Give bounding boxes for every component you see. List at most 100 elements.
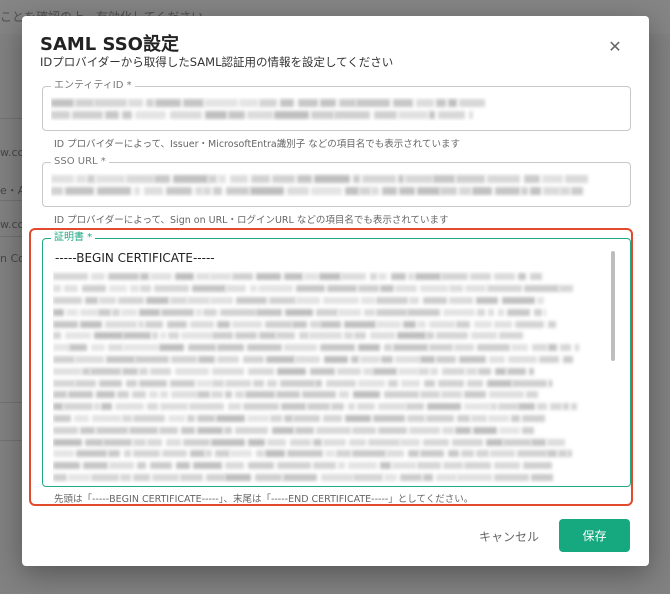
redaction-chunk	[570, 187, 584, 195]
redaction-chunk	[69, 344, 88, 352]
redaction-chunk	[338, 99, 356, 107]
redaction-chunk	[384, 344, 393, 352]
redaction-chunk	[122, 414, 132, 423]
redaction-chunk	[323, 414, 343, 423]
redaction-chunk	[180, 426, 195, 434]
redaction-chunk	[531, 438, 546, 446]
redaction-chunk	[230, 450, 253, 458]
certificate-body-redacted	[53, 271, 601, 483]
redaction-chunk	[407, 414, 426, 423]
certificate-textarea[interactable]: 証明書 * -----BEGIN CERTIFICATE-----	[42, 231, 631, 487]
redaction-chunk	[549, 403, 562, 411]
redaction-chunk	[362, 175, 396, 183]
redaction-chunk	[94, 99, 127, 107]
redaction-chunk	[405, 403, 425, 411]
redaction-chunk	[489, 355, 505, 364]
redaction-chunk	[108, 273, 140, 281]
redaction-chunk	[134, 187, 141, 195]
redaction-chunk	[132, 438, 147, 446]
redaction-chunk	[235, 391, 244, 399]
redaction-chunk	[79, 320, 103, 328]
redaction-chunk	[454, 344, 474, 352]
redaction-chunk	[81, 367, 90, 375]
redaction-chunk	[206, 473, 226, 482]
redaction-chunk	[542, 187, 560, 195]
redaction-chunk	[311, 187, 343, 195]
redaction-chunk	[139, 308, 161, 316]
redaction-chunk	[212, 367, 245, 375]
redaction-chunk	[531, 344, 548, 352]
certificate-helper: 先頭は「-----BEGIN CERTIFICATE-----」、末尾は「---…	[54, 494, 474, 505]
redaction-chunk	[53, 273, 88, 281]
redaction-chunk	[95, 391, 116, 399]
redaction-chunk	[128, 99, 143, 107]
redaction-chunk	[380, 462, 391, 470]
certificate-first-line: -----BEGIN CERTIFICATE-----	[55, 251, 215, 265]
redaction-chunk	[322, 296, 359, 305]
redaction-chunk	[422, 438, 450, 446]
cancel-button[interactable]: キャンセル	[470, 520, 548, 552]
redaction-chunk	[280, 99, 295, 107]
redaction-chunk	[315, 426, 352, 434]
redaction-chunk	[420, 391, 440, 399]
redaction-chunk	[567, 450, 572, 458]
redaction-chunk	[420, 450, 445, 458]
redaction-chunk	[258, 99, 278, 107]
redaction-chunk	[168, 414, 186, 423]
redaction-chunk	[471, 187, 493, 195]
redaction-chunk	[377, 426, 407, 434]
redaction-chunk	[270, 414, 282, 423]
redaction-chunk	[117, 391, 129, 399]
redaction-chunk	[159, 426, 179, 434]
redaction-chunk	[217, 175, 227, 183]
redaction-chunk	[76, 175, 87, 183]
redaction-chunk	[216, 414, 245, 423]
redaction-chunk	[393, 99, 414, 107]
redaction-chunk	[166, 320, 187, 328]
redaction-chunk	[139, 379, 168, 387]
redaction-chunk	[515, 320, 545, 328]
entity-id-field[interactable]: エンティティID *	[42, 79, 631, 131]
redaction-chunk	[226, 285, 247, 293]
redaction-chunk	[296, 296, 321, 305]
redaction-chunk	[139, 367, 149, 375]
redaction-chunk	[363, 367, 373, 375]
redaction-chunk	[508, 355, 538, 364]
redaction-chunk	[272, 175, 296, 183]
redaction-chunk	[98, 296, 117, 305]
redaction-chunk	[358, 187, 371, 195]
redaction-chunk	[351, 426, 377, 434]
redaction-chunk	[276, 367, 307, 375]
redaction-chunk	[415, 273, 442, 281]
redaction-chunk	[267, 438, 286, 446]
redaction-chunk	[430, 367, 438, 375]
redaction-chunk	[53, 426, 78, 434]
save-button[interactable]: 保存	[559, 519, 630, 552]
redaction-chunk	[494, 473, 529, 482]
sso-url-helper: ID プロバイダーによって、Sign on URL・ログインURL などの項目名…	[54, 215, 449, 226]
redaction-chunk	[150, 273, 172, 281]
redaction-chunk	[143, 187, 164, 195]
redaction-chunk	[536, 296, 544, 305]
close-icon[interactable]: ✕	[605, 38, 625, 58]
redaction-chunk	[351, 450, 386, 458]
redaction-chunk	[146, 296, 169, 305]
redaction-chunk	[337, 367, 361, 375]
redaction-chunk	[417, 187, 440, 195]
redaction-chunk	[204, 99, 239, 107]
redaction-chunk	[294, 426, 314, 434]
redaction-chunk	[478, 367, 492, 375]
redaction-chunk	[256, 308, 283, 316]
sso-url-field[interactable]: SSO URL *	[42, 155, 631, 207]
redaction-chunk	[208, 175, 218, 183]
redaction-chunk	[497, 403, 518, 411]
redaction-chunk	[357, 403, 375, 411]
redaction-chunk	[428, 111, 436, 119]
certificate-scrollbar[interactable]	[611, 251, 615, 361]
redaction-chunk	[416, 320, 427, 328]
redaction-chunk	[426, 332, 434, 340]
redaction-chunk	[85, 296, 98, 305]
redaction-chunk	[169, 296, 187, 305]
redaction-chunk	[369, 332, 395, 340]
redaction-chunk	[284, 344, 318, 352]
